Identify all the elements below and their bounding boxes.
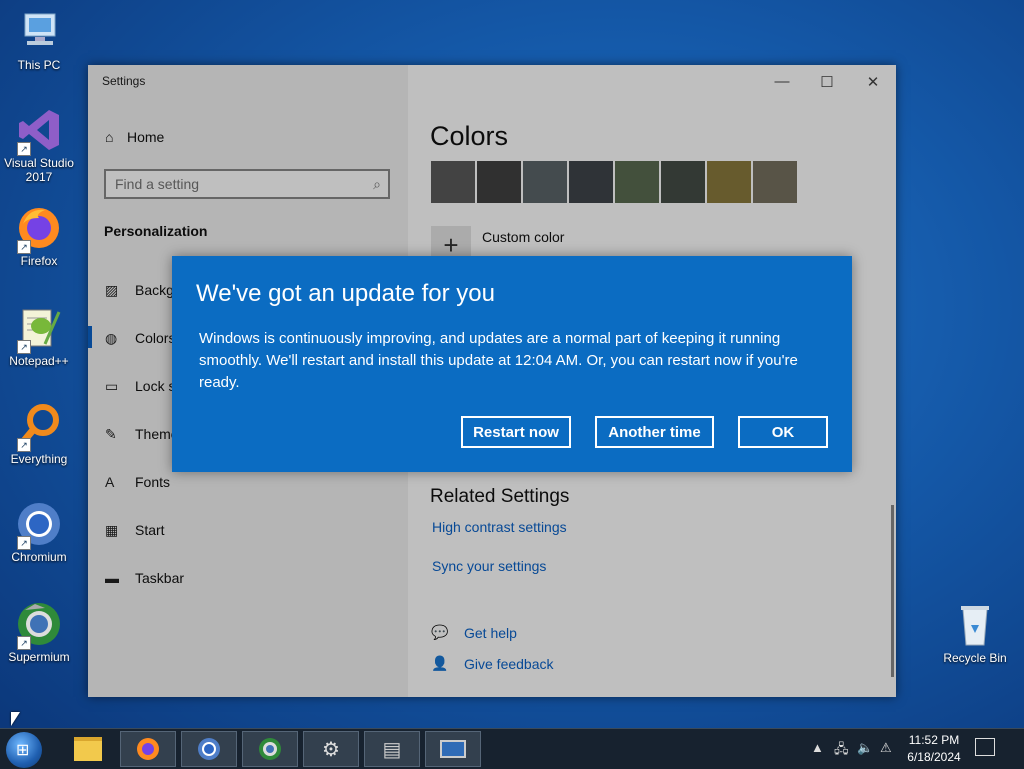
supermium-icon xyxy=(259,738,281,760)
taskbar-clock[interactable]: 11:52 PM 6/18/2024 xyxy=(904,732,964,766)
shortcut-arrow-icon: ↗ xyxy=(17,438,31,452)
restart-now-button[interactable]: Restart now xyxy=(461,416,571,448)
notepad-icon: ▤ xyxy=(382,738,402,761)
visual-studio-icon: ↗ xyxy=(15,106,63,156)
taskbar-notepad[interactable]: ▤ xyxy=(364,731,420,767)
desktop-icon-visual-studio[interactable]: ↗ Visual Studio 2017 xyxy=(0,106,78,184)
chromium-icon xyxy=(198,738,220,760)
dialog-title: We've got an update for you xyxy=(196,280,496,307)
tray-overflow-icon[interactable]: ▲ xyxy=(811,740,824,755)
clock-date: 6/18/2024 xyxy=(907,750,961,764)
action-center-alert-icon[interactable]: ⚠ xyxy=(880,740,892,756)
mouse-cursor-icon xyxy=(11,712,20,726)
desktop-icon-chromium[interactable]: ↗ Chromium xyxy=(0,500,78,564)
taskbar-chromium[interactable] xyxy=(181,731,237,767)
shortcut-arrow-icon: ↗ xyxy=(17,240,31,254)
firefox-icon: ↗ xyxy=(15,204,63,254)
desktop-icon-label: This PC xyxy=(17,58,61,72)
shortcut-arrow-icon: ↗ xyxy=(17,142,31,156)
desktop-icon-everything[interactable]: ↗ Everything xyxy=(0,402,78,466)
chromium-icon: ↗ xyxy=(15,500,63,550)
desktop-icon-label: Chromium xyxy=(11,550,67,564)
taskbar-firefox[interactable] xyxy=(120,731,176,767)
taskbar-file-explorer[interactable] xyxy=(60,731,116,767)
recycle-bin-label: Recycle Bin xyxy=(943,651,1007,665)
desktop-icon-label: Everything xyxy=(10,452,68,466)
taskbar-window[interactable] xyxy=(425,731,481,767)
recycle-bin-icon xyxy=(951,601,999,649)
desktop-icon-label: Visual Studio 2017 xyxy=(4,156,74,184)
desktop-icon-this-pc[interactable]: This PC xyxy=(0,8,78,72)
start-button[interactable]: ⊞ xyxy=(6,732,42,768)
clock-time: 11:52 PM xyxy=(908,733,960,747)
file-explorer-icon xyxy=(74,737,102,761)
desktop-icon-label: Supermium xyxy=(8,650,70,664)
window-icon xyxy=(440,740,466,758)
taskbar: ⊞ ⚙ ▤ ▲ 🖧 🔈 ⚠ 11:52 PM 6/18/2024 xyxy=(0,728,1024,769)
dialog-body: Windows is continuously improving, and u… xyxy=(199,330,798,391)
ok-button[interactable]: OK xyxy=(738,416,828,448)
computer-icon xyxy=(15,8,63,56)
windows-logo-icon: ⊞ xyxy=(16,742,30,759)
update-dialog: We've got an update for you Windows is c… xyxy=(172,256,852,472)
desktop-icon-firefox[interactable]: ↗ Firefox xyxy=(0,204,78,268)
search-icon: ↗ xyxy=(15,402,63,452)
shortcut-arrow-icon: ↗ xyxy=(17,636,31,650)
taskbar-supermium[interactable] xyxy=(242,731,298,767)
shortcut-arrow-icon: ↗ xyxy=(17,340,31,354)
volume-muted-icon[interactable]: 🔈 xyxy=(857,740,873,756)
settings-icon: ⚙ xyxy=(322,738,340,761)
taskbar-settings[interactable]: ⚙ xyxy=(303,731,359,767)
shortcut-arrow-icon: ↗ xyxy=(17,536,31,550)
notepadpp-icon: ↗ xyxy=(15,304,63,354)
desktop-icon-label: Notepad++ xyxy=(9,354,69,368)
supermium-icon: ↗ xyxy=(15,600,63,650)
another-time-button[interactable]: Another time xyxy=(595,416,714,448)
desktop-icon-notepadpp[interactable]: ↗ Notepad++ xyxy=(0,304,78,368)
notification-icon[interactable] xyxy=(975,738,995,756)
network-icon[interactable]: 🖧 xyxy=(834,740,849,762)
desktop-icon-supermium[interactable]: ↗ Supermium xyxy=(0,600,78,664)
desktop-icon-label: Firefox xyxy=(20,254,58,268)
desktop-icon-recycle-bin[interactable]: Recycle Bin xyxy=(937,601,1013,665)
firefox-icon xyxy=(137,738,159,760)
